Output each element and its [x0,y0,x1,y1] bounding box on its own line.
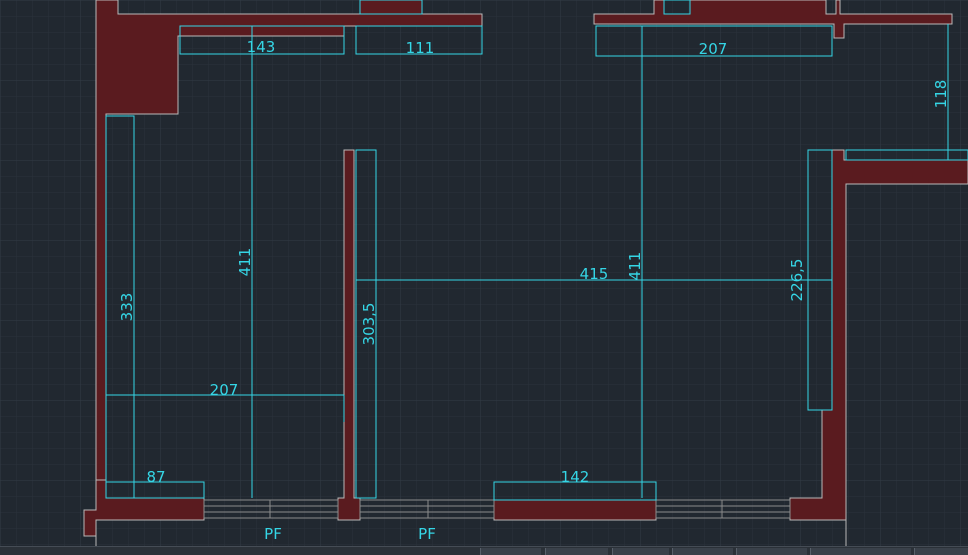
window-label-pf2: PF [418,525,436,543]
dim-415: 415 [580,265,609,283]
window-label-pf1: PF [264,525,282,543]
dim-142: 142 [561,468,590,486]
dim-411-right: 411 [626,252,644,281]
dim-207-top: 207 [699,40,728,58]
cad-drawing-canvas[interactable]: 143 111 207 118 411 333 207 87 303,5 415… [0,0,968,554]
dim-118: 118 [932,80,950,109]
wall-bottom-center [493,499,657,521]
dim-111: 111 [406,39,435,57]
dim-87: 87 [146,468,165,486]
dim-303-5: 303,5 [360,303,378,346]
dim-226-5: 226,5 [788,259,806,302]
dim-207-left: 207 [210,381,239,399]
dim-333: 333 [118,293,136,322]
dim-143: 143 [247,38,276,56]
dim-411-left: 411 [236,248,254,277]
